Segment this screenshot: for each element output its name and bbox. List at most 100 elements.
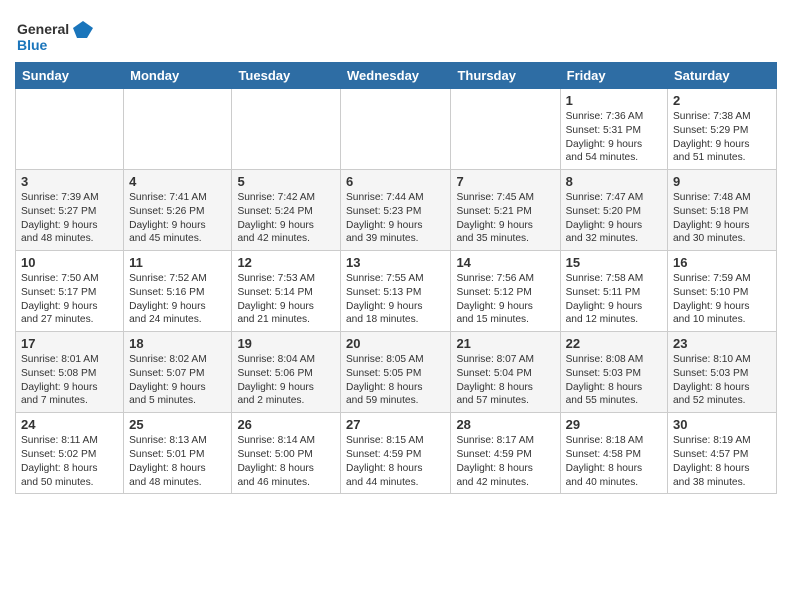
day-info: Sunrise: 7:38 AM Sunset: 5:29 PM Dayligh…: [673, 110, 771, 165]
calendar-cell: 9Sunrise: 7:48 AM Sunset: 5:18 PM Daylig…: [668, 170, 777, 251]
weekday-header-tuesday: Tuesday: [232, 63, 341, 89]
day-info: Sunrise: 8:08 AM Sunset: 5:03 PM Dayligh…: [566, 353, 662, 408]
day-number: 6: [346, 174, 445, 189]
weekday-header-saturday: Saturday: [668, 63, 777, 89]
day-number: 2: [673, 93, 771, 108]
day-number: 23: [673, 336, 771, 351]
day-number: 16: [673, 255, 771, 270]
day-number: 18: [129, 336, 226, 351]
day-info: Sunrise: 7:41 AM Sunset: 5:26 PM Dayligh…: [129, 191, 226, 246]
calendar-cell: 13Sunrise: 7:55 AM Sunset: 5:13 PM Dayli…: [341, 251, 451, 332]
day-number: 30: [673, 417, 771, 432]
day-number: 5: [237, 174, 335, 189]
day-info: Sunrise: 7:50 AM Sunset: 5:17 PM Dayligh…: [21, 272, 118, 327]
calendar-cell: 11 Sunrise: 7:52 AM Sunset: 5:16 PM Dayli…: [124, 251, 232, 332]
week-row-3: 10 Sunrise: 7:50 AM Sunset: 5:17 PM Dayli…: [16, 251, 777, 332]
calendar-cell: 26 Sunrise: 8:14 AM Sunset: 5:00 PM Dayli…: [232, 413, 341, 494]
calendar-cell: 10 Sunrise: 7:50 AM Sunset: 5:17 PM Dayli…: [16, 251, 124, 332]
calendar-cell: 7 Sunrise: 7:45 AM Sunset: 5:21 PM Daylig…: [451, 170, 560, 251]
calendar-cell: 21Sunrise: 8:07 AM Sunset: 5:04 PM Dayli…: [451, 332, 560, 413]
calendar-cell: 17Sunrise: 8:01 AM Sunset: 5:08 PM Dayli…: [16, 332, 124, 413]
day-number: 20: [346, 336, 445, 351]
day-info: Sunrise: 8:14 AM Sunset: 5:00 PM Dayligh…: [237, 434, 335, 489]
day-number: 12: [237, 255, 335, 270]
day-info: Sunrise: 8:18 AM Sunset: 4:58 PM Dayligh…: [566, 434, 662, 489]
calendar-cell: 16 Sunrise: 7:59 AM Sunset: 5:10 PM Dayli…: [668, 251, 777, 332]
day-info: Sunrise: 8:13 AM Sunset: 5:01 PM Dayligh…: [129, 434, 226, 489]
calendar-cell: 6 Sunrise: 7:44 AM Sunset: 5:23 PM Daylig…: [341, 170, 451, 251]
day-info: Sunrise: 8:17 AM Sunset: 4:59 PM Dayligh…: [456, 434, 554, 489]
day-info: Sunrise: 7:58 AM Sunset: 5:11 PM Dayligh…: [566, 272, 662, 327]
calendar-cell: 5Sunrise: 7:42 AM Sunset: 5:24 PM Daylig…: [232, 170, 341, 251]
day-number: 4: [129, 174, 226, 189]
svg-text:General: General: [17, 21, 69, 37]
calendar-cell: 18Sunrise: 8:02 AM Sunset: 5:07 PM Dayli…: [124, 332, 232, 413]
logo: General Blue: [15, 16, 95, 56]
day-number: 1: [566, 93, 662, 108]
calendar-cell: 4 Sunrise: 7:41 AM Sunset: 5:26 PM Daylig…: [124, 170, 232, 251]
day-number: 25: [129, 417, 226, 432]
calendar-cell: 22 Sunrise: 8:08 AM Sunset: 5:03 PM Dayli…: [560, 332, 667, 413]
calendar-cell: [124, 89, 232, 170]
weekday-header-wednesday: Wednesday: [341, 63, 451, 89]
calendar-cell: 8 Sunrise: 7:47 AM Sunset: 5:20 PM Daylig…: [560, 170, 667, 251]
calendar: SundayMondayTuesdayWednesdayThursdayFrid…: [15, 62, 777, 494]
day-info: Sunrise: 7:36 AM Sunset: 5:31 PM Dayligh…: [566, 110, 662, 165]
svg-text:Blue: Blue: [17, 37, 48, 53]
day-info: Sunrise: 7:45 AM Sunset: 5:21 PM Dayligh…: [456, 191, 554, 246]
day-info: Sunrise: 7:47 AM Sunset: 5:20 PM Dayligh…: [566, 191, 662, 246]
day-number: 7: [456, 174, 554, 189]
calendar-cell: 27 Sunrise: 8:15 AM Sunset: 4:59 PM Dayli…: [341, 413, 451, 494]
day-number: 11: [129, 255, 226, 270]
calendar-cell: 24 Sunrise: 8:11 AM Sunset: 5:02 PM Dayli…: [16, 413, 124, 494]
day-number: 26: [237, 417, 335, 432]
day-number: 10: [21, 255, 118, 270]
week-row-1: 1 Sunrise: 7:36 AM Sunset: 5:31 PM Daylig…: [16, 89, 777, 170]
day-info: Sunrise: 7:56 AM Sunset: 5:12 PM Dayligh…: [456, 272, 554, 327]
day-info: Sunrise: 7:55 AM Sunset: 5:13 PM Dayligh…: [346, 272, 445, 327]
day-info: Sunrise: 8:07 AM Sunset: 5:04 PM Dayligh…: [456, 353, 554, 408]
week-row-2: 3Sunrise: 7:39 AM Sunset: 5:27 PM Daylig…: [16, 170, 777, 251]
calendar-cell: 3Sunrise: 7:39 AM Sunset: 5:27 PM Daylig…: [16, 170, 124, 251]
calendar-cell: 29Sunrise: 8:18 AM Sunset: 4:58 PM Dayli…: [560, 413, 667, 494]
day-number: 14: [456, 255, 554, 270]
calendar-cell: 1 Sunrise: 7:36 AM Sunset: 5:31 PM Daylig…: [560, 89, 667, 170]
day-info: Sunrise: 8:05 AM Sunset: 5:05 PM Dayligh…: [346, 353, 445, 408]
week-row-4: 17Sunrise: 8:01 AM Sunset: 5:08 PM Dayli…: [16, 332, 777, 413]
week-row-5: 24 Sunrise: 8:11 AM Sunset: 5:02 PM Dayli…: [16, 413, 777, 494]
day-number: 27: [346, 417, 445, 432]
day-info: Sunrise: 7:48 AM Sunset: 5:18 PM Dayligh…: [673, 191, 771, 246]
calendar-cell: [341, 89, 451, 170]
calendar-cell: [16, 89, 124, 170]
day-info: Sunrise: 7:44 AM Sunset: 5:23 PM Dayligh…: [346, 191, 445, 246]
day-info: Sunrise: 8:11 AM Sunset: 5:02 PM Dayligh…: [21, 434, 118, 489]
day-number: 3: [21, 174, 118, 189]
calendar-cell: 12 Sunrise: 7:53 AM Sunset: 5:14 PM Dayli…: [232, 251, 341, 332]
day-number: 24: [21, 417, 118, 432]
day-number: 22: [566, 336, 662, 351]
weekday-header-sunday: Sunday: [16, 63, 124, 89]
calendar-cell: 14 Sunrise: 7:56 AM Sunset: 5:12 PM Dayli…: [451, 251, 560, 332]
weekday-header-row: SundayMondayTuesdayWednesdayThursdayFrid…: [16, 63, 777, 89]
calendar-cell: [451, 89, 560, 170]
day-number: 28: [456, 417, 554, 432]
logo-svg: General Blue: [15, 16, 95, 56]
weekday-header-friday: Friday: [560, 63, 667, 89]
calendar-cell: 30 Sunrise: 8:19 AM Sunset: 4:57 PM Dayli…: [668, 413, 777, 494]
day-number: 8: [566, 174, 662, 189]
day-number: 17: [21, 336, 118, 351]
weekday-header-monday: Monday: [124, 63, 232, 89]
day-info: Sunrise: 7:53 AM Sunset: 5:14 PM Dayligh…: [237, 272, 335, 327]
day-info: Sunrise: 8:10 AM Sunset: 5:03 PM Dayligh…: [673, 353, 771, 408]
page: General Blue SundayMondayTuesdayWednesda…: [0, 0, 792, 509]
day-info: Sunrise: 7:52 AM Sunset: 5:16 PM Dayligh…: [129, 272, 226, 327]
day-info: Sunrise: 7:59 AM Sunset: 5:10 PM Dayligh…: [673, 272, 771, 327]
day-info: Sunrise: 8:19 AM Sunset: 4:57 PM Dayligh…: [673, 434, 771, 489]
calendar-cell: 25 Sunrise: 8:13 AM Sunset: 5:01 PM Dayli…: [124, 413, 232, 494]
day-number: 15: [566, 255, 662, 270]
calendar-cell: 2 Sunrise: 7:38 AM Sunset: 5:29 PM Daylig…: [668, 89, 777, 170]
day-info: Sunrise: 8:15 AM Sunset: 4:59 PM Dayligh…: [346, 434, 445, 489]
calendar-cell: 23 Sunrise: 8:10 AM Sunset: 5:03 PM Dayli…: [668, 332, 777, 413]
calendar-cell: 20 Sunrise: 8:05 AM Sunset: 5:05 PM Dayli…: [341, 332, 451, 413]
calendar-cell: 15 Sunrise: 7:58 AM Sunset: 5:11 PM Dayli…: [560, 251, 667, 332]
